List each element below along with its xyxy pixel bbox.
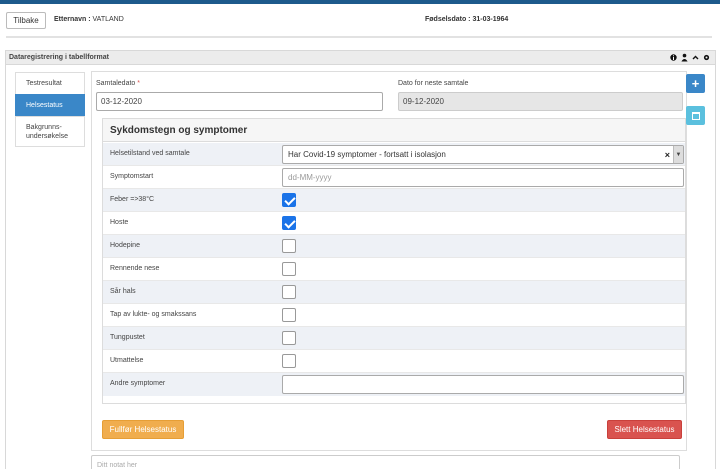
symptom-checkbox-rennende-nese[interactable] <box>282 262 296 276</box>
sidebar-item-label: Testresultat <box>26 80 62 87</box>
chevron-up-icon[interactable] <box>692 53 699 62</box>
note-input[interactable]: Ditt notat her <box>91 455 680 469</box>
symptom-row-hoste: Hoste <box>103 212 685 235</box>
calendar-icon <box>691 111 700 120</box>
sidebar-item-bakgrunnsundersokelse[interactable]: Bakgrunns- undersøkelse <box>15 116 85 147</box>
symptomstart-input[interactable]: dd-MM-yyyy <box>282 168 684 187</box>
symptom-row-feber: Feber =>38°C <box>103 189 685 212</box>
sidebar-item-label: Helsestatus <box>26 102 63 109</box>
symptomstart-label: Symptomstart <box>110 173 154 180</box>
andre-symptomer-label: Andre symptomer <box>110 380 166 387</box>
symptom-checkbox-feber[interactable] <box>282 193 296 207</box>
gear-icon[interactable] <box>703 53 710 62</box>
sidebar-item-helsestatus[interactable]: Helsestatus <box>15 94 85 116</box>
helsetilstand-row: Helsetilstand ved samtale Har Covid-19 s… <box>103 143 685 166</box>
symptomstart-row: Symptomstart dd-MM-yyyy <box>103 166 685 189</box>
surname-display: Etternavn : VATLAND <box>54 16 124 23</box>
symptomstart-placeholder: dd-MM-yyyy <box>288 173 332 182</box>
chevron-down-icon[interactable]: ▼ <box>673 146 683 163</box>
symptom-row-tap-av-lukt: Tap av lukte- og smakssans <box>103 304 685 327</box>
symptom-label: Utmattelse <box>110 357 144 364</box>
patient-header: Tilbake Etternavn : VATLAND Fødselsdato … <box>0 4 720 36</box>
dob-label: Fødselsdato : <box>425 16 471 23</box>
info-icon[interactable] <box>670 53 677 62</box>
helsetilstand-select[interactable]: Har Covid-19 symptomer - fortsatt i isol… <box>282 145 684 164</box>
sidebar-item-testresultat[interactable]: Testresultat <box>15 72 85 94</box>
dob-value: 31-03-1964 <box>472 16 509 23</box>
symptom-label: Tungpustet <box>110 334 145 341</box>
samtaledato-label-text: Samtaledato <box>96 80 136 87</box>
symptoms-section: Sykdomstegn og symptomer Helsetilstand v… <box>102 118 686 404</box>
samtaledato-input[interactable]: 03-12-2020 <box>96 92 383 111</box>
symptom-checkbox-sar-hals[interactable] <box>282 285 296 299</box>
required-marker: * <box>137 80 140 87</box>
samtaledato-label: Samtaledato * <box>96 80 140 87</box>
neste-samtale-label: Dato for neste samtale <box>398 80 469 87</box>
symptom-label: Tap av lukte- og smakssans <box>110 311 197 318</box>
symptom-label: Sår hals <box>110 288 136 295</box>
symptom-label: Feber =>38°C <box>110 196 155 203</box>
user-icon[interactable] <box>681 53 688 62</box>
andre-symptomer-input[interactable] <box>282 375 684 394</box>
section-title: Sykdomstegn og symptomer <box>103 119 685 142</box>
neste-samtale-input[interactable]: 09-12-2020 <box>398 92 683 111</box>
symptom-row-utmattelse: Utmattelse <box>103 350 685 373</box>
sidebar-item-label: Bakgrunns- undersøkelse <box>26 123 69 140</box>
plus-icon: + <box>691 76 700 91</box>
surname-label: Etternavn : <box>54 16 91 23</box>
panel-toolbar <box>670 53 710 62</box>
data-entry-panel: Dataregistrering i tabellformat Testresu… <box>5 50 716 469</box>
back-button[interactable]: Tilbake <box>6 12 46 29</box>
symptom-row-hodepine: Hodepine <box>103 235 685 258</box>
symptom-label: Hodepine <box>110 242 140 249</box>
helsetilstand-label: Helsetilstand ved samtale <box>110 150 190 157</box>
symptom-checkbox-hodepine[interactable] <box>282 239 296 253</box>
add-button[interactable]: + <box>686 74 705 93</box>
note-placeholder: Ditt notat her <box>97 462 138 469</box>
panel-header: Dataregistrering i tabellformat <box>6 51 715 65</box>
andre-symptomer-row: Andre symptomer <box>103 373 685 396</box>
symptom-row-sar-hals: Sår hals <box>103 281 685 304</box>
panel-title: Dataregistrering i tabellformat <box>9 54 109 61</box>
surname-value: VATLAND <box>92 16 124 23</box>
symptom-label: Hoste <box>110 219 129 226</box>
helsetilstand-value: Har Covid-19 symptomer - fortsatt i isol… <box>288 150 446 159</box>
complete-helsestatus-button[interactable]: Fullfør Helsestatus <box>102 420 184 439</box>
sidebar-nav: Testresultat Helsestatus Bakgrunns- unde… <box>15 72 85 147</box>
symptom-row-rennende-nese: Rennende nese <box>103 258 685 281</box>
dob-display: Fødselsdato : 31-03-1964 <box>425 16 508 23</box>
symptom-checkbox-tap-av-lukt[interactable] <box>282 308 296 322</box>
header-divider <box>6 36 712 38</box>
symptom-checkbox-hoste[interactable] <box>282 216 296 230</box>
symptom-checkbox-tungpustet[interactable] <box>282 331 296 345</box>
symptom-label: Rennende nese <box>110 265 160 272</box>
helsestatus-form: Samtaledato * 03-12-2020 Dato for neste … <box>91 71 687 451</box>
delete-helsestatus-button[interactable]: Slett Helsestatus <box>607 420 682 439</box>
symptom-checkbox-utmattelse[interactable] <box>282 354 296 368</box>
symptom-row-tungpustet: Tungpustet <box>103 327 685 350</box>
calendar-button[interactable] <box>686 106 705 125</box>
clear-icon[interactable]: × <box>665 150 670 160</box>
